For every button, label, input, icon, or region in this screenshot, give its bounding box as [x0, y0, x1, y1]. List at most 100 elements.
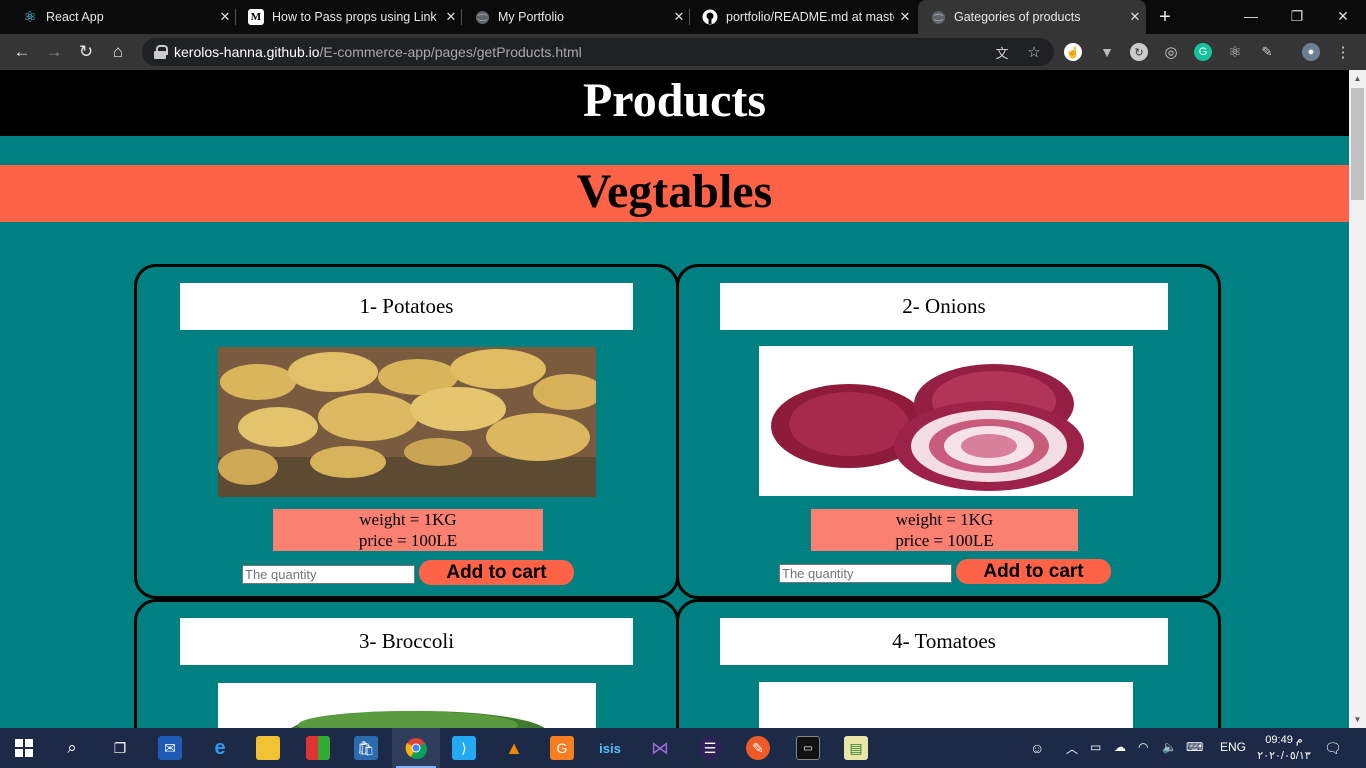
product-image-broccoli — [218, 683, 596, 728]
tab-title: How to Pass props using Link a — [272, 10, 440, 24]
tab-how-to-pass-props[interactable]: M How to Pass props using Link a ✕ — [236, 0, 462, 34]
quantity-input[interactable]: The quantity — [242, 565, 415, 584]
minimize-button[interactable]: — — [1228, 0, 1274, 32]
postman-icon[interactable]: ✎ — [746, 736, 770, 760]
onedrive-cloud-icon[interactable]: ☁ — [1114, 740, 1126, 754]
product-weight: weight = 1KG — [895, 510, 994, 529]
product-title: 1- Potatoes — [180, 283, 633, 330]
store-icon[interactable]: 🛍 — [354, 736, 378, 760]
menu-icon[interactable]: ⋮ — [1334, 43, 1352, 61]
product-image-potatoes — [218, 347, 596, 497]
add-to-cart-button[interactable]: Add to cart — [956, 559, 1111, 584]
react-devtools-icon[interactable]: ⚛ — [1226, 43, 1244, 61]
product-price: price = 100LE — [358, 531, 458, 550]
tab-title: My Portfolio — [498, 10, 564, 24]
isis-icon[interactable]: isis — [598, 736, 622, 760]
target-icon[interactable]: ◎ — [1162, 43, 1180, 61]
edge-icon[interactable]: e — [208, 736, 232, 760]
show-hidden-icons-chevron-icon[interactable]: ︿ — [1066, 740, 1078, 757]
windows-start-icon[interactable] — [12, 736, 36, 760]
windows-taskbar: ⌕ ❐ ✉ e 🛍 ⟩ ▲ G isis ⋈ ☰ ✎ ▭ ▤ ☺ ︿ ▭ ☁ ◠… — [0, 728, 1366, 768]
url-path: /E-commerce-app/pages/getProducts.html — [319, 44, 582, 60]
address-bar[interactable]: kerolos-hanna.github.io/E-commerce-app/p… — [142, 38, 1054, 66]
product-weight: weight = 1KG — [359, 510, 457, 529]
pdf-app-icon[interactable]: G — [550, 736, 574, 760]
react-icon: ⚛ — [23, 9, 37, 26]
product-info: weight = 1KG price = 100LE — [273, 509, 543, 551]
clock-time: 09:49 م — [1265, 734, 1303, 746]
page-title: Products — [0, 70, 1349, 136]
terminal-icon[interactable]: ▭ — [796, 736, 820, 760]
browser-toolbar: ← → ↻ ⌂ kerolos-hanna.github.io/E-commer… — [0, 34, 1366, 70]
product-image-onions — [759, 346, 1133, 496]
notepad-plus-icon[interactable]: ▤ — [844, 736, 868, 760]
window-close-button[interactable]: ✕ — [1320, 0, 1366, 32]
keyboard-icon[interactable]: ⌨ — [1186, 740, 1203, 754]
github-icon — [702, 9, 718, 25]
forward-button[interactable]: → — [42, 40, 66, 64]
tab-title: portfolio/README.md at maste — [726, 10, 894, 24]
avatar[interactable]: ● — [1302, 43, 1320, 61]
chrome-icon[interactable] — [404, 736, 428, 760]
medium-icon: M — [248, 9, 264, 25]
back-button[interactable]: ← — [10, 40, 34, 64]
product-card-tomatoes: 4- Tomatoes — [676, 599, 1221, 728]
tab-title: React App — [46, 10, 104, 24]
eclipse-icon[interactable]: ☰ — [698, 736, 722, 760]
page-scrollbar[interactable]: ▲ ▼ — [1349, 70, 1366, 728]
close-icon[interactable]: ✕ — [214, 9, 236, 25]
product-title: 3- Broccoli — [180, 618, 633, 665]
refresh-extension-icon[interactable]: ↻ — [1130, 43, 1148, 61]
home-button[interactable]: ⌂ — [106, 40, 130, 64]
tab-gategories-of-products[interactable]: Gategories of products ✕ — [918, 0, 1146, 34]
product-info: weight = 1KG price = 100LE — [811, 509, 1078, 551]
language-indicator[interactable]: ENG — [1220, 740, 1246, 754]
browser-tab-strip: ⚛ React App ✕ M How to Pass props using … — [0, 0, 1366, 34]
clock[interactable]: 09:49 م ٢٠٢٠/٠٥/١٣ — [1254, 732, 1314, 764]
globe-icon — [930, 9, 946, 25]
visual-studio-icon[interactable]: ⋈ — [648, 736, 672, 760]
people-icon[interactable]: ☺ — [1030, 740, 1044, 756]
wifi-icon[interactable]: ◠ — [1138, 740, 1148, 754]
add-to-cart-button[interactable]: Add to cart — [419, 560, 574, 585]
tab-github-readme[interactable]: portfolio/README.md at maste ✕ — [690, 0, 916, 34]
touch-extension-icon[interactable]: ☝ — [1064, 43, 1082, 61]
product-card-onions: 2- Onions weight = 1KG price = 100LE The… — [676, 264, 1221, 599]
pencil-icon[interactable]: ✎ — [1258, 43, 1276, 61]
new-tab-button[interactable]: + — [1152, 0, 1178, 34]
close-icon[interactable]: ✕ — [1124, 9, 1146, 25]
grammarly-icon[interactable]: G — [1194, 43, 1212, 61]
translate-icon[interactable]: ⽂ — [994, 44, 1010, 61]
url-host: kerolos-hanna.github.io — [174, 44, 320, 60]
reload-button[interactable]: ↻ — [74, 40, 98, 64]
product-image-tomatoes — [759, 682, 1133, 728]
scroll-up-arrow-icon[interactable]: ▲ — [1349, 70, 1366, 87]
quantity-input[interactable]: The quantity — [779, 564, 952, 583]
close-icon[interactable]: ✕ — [894, 9, 916, 25]
close-icon[interactable]: ✕ — [668, 9, 690, 25]
notifications-icon[interactable]: 🗨 — [1324, 740, 1342, 757]
file-explorer-icon[interactable] — [256, 736, 280, 760]
restore-button[interactable]: ❐ — [1274, 0, 1320, 32]
page-viewport: Products Vegtables 1- Potatoes weight = … — [0, 70, 1349, 728]
tab-my-portfolio[interactable]: My Portfolio ✕ — [462, 0, 690, 34]
mail-icon[interactable]: ✉ — [158, 736, 182, 760]
vscode-icon[interactable]: ⟩ — [452, 736, 476, 760]
lock-icon — [154, 45, 168, 59]
clock-date: ٢٠٢٠/٠٥/١٣ — [1257, 750, 1311, 762]
globe-icon — [474, 9, 490, 25]
scrollbar-thumb[interactable] — [1351, 88, 1364, 200]
bookmark-star-icon[interactable]: ☆ — [1026, 44, 1042, 61]
vlc-icon[interactable]: ▲ — [502, 736, 526, 760]
close-icon[interactable]: ✕ — [440, 9, 462, 25]
vue-devtools-icon[interactable]: ▼ — [1098, 43, 1116, 61]
office-icon[interactable] — [306, 736, 330, 760]
search-icon[interactable]: ⌕ — [60, 736, 84, 760]
battery-icon[interactable]: ▭ — [1090, 740, 1101, 754]
scroll-down-arrow-icon[interactable]: ▼ — [1349, 711, 1366, 728]
tab-react-app[interactable]: ⚛ React App ✕ — [10, 0, 236, 34]
task-view-icon[interactable]: ❐ — [108, 736, 132, 760]
volume-icon[interactable]: 🔈 — [1162, 740, 1177, 754]
product-price: price = 100LE — [895, 531, 994, 550]
product-title: 4- Tomatoes — [720, 618, 1168, 665]
